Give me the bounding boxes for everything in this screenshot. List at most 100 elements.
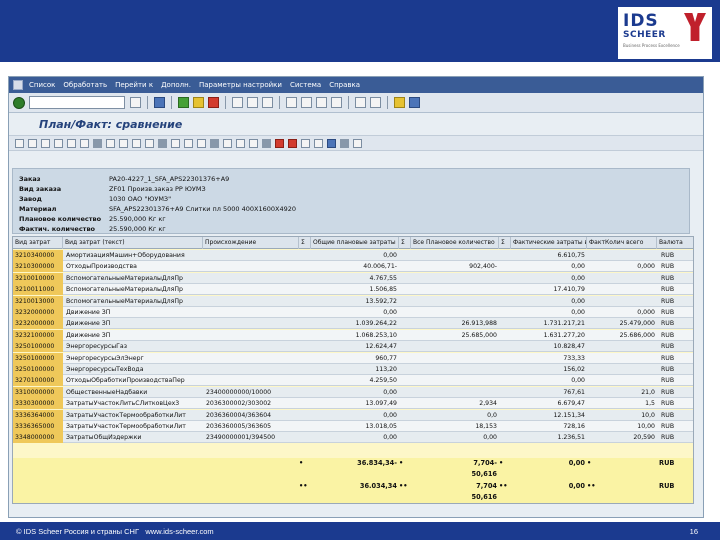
col-origin[interactable]: Происхождение <box>203 237 299 249</box>
currency-icon[interactable] <box>301 138 310 148</box>
toolbar-separator <box>387 96 388 109</box>
previous-page-icon[interactable] <box>301 97 312 108</box>
table-row[interactable]: 3210340000 АмортизацияМашин+Оборудования 0… <box>13 250 693 261</box>
col-currency[interactable]: Валюта <box>657 237 693 249</box>
command-field[interactable] <box>29 96 125 109</box>
table-row[interactable]: 3270100000 ОтходыОбработкиПроизводстваПер… <box>13 375 693 387</box>
table-row[interactable]: 3232000000 Движение ЗП 1.039.264,22 26.913,… <box>13 318 693 330</box>
cell-actual-costs: 0,00 <box>571 263 585 271</box>
menu-settings[interactable]: Параметры настройки <box>199 81 282 89</box>
table-row[interactable]: 3330300000 ЗатратыУчастокЛитьСЛитковЦех3 2… <box>13 398 693 410</box>
local-file-icon[interactable] <box>145 138 154 148</box>
filter-icon[interactable] <box>54 138 63 148</box>
cell-origin <box>204 341 299 352</box>
menu-bar: Список Обработать Перейти к Дополн. Пара… <box>9 77 703 93</box>
information-icon[interactable] <box>249 138 258 148</box>
sort-descending-icon[interactable] <box>41 138 50 148</box>
col-sum-1[interactable]: Σ <box>299 237 311 249</box>
top-banner: IDS SCHEER Business Process Excellence <box>0 0 720 62</box>
cell-actual-qty <box>587 341 655 352</box>
menu-list[interactable]: Список <box>29 81 55 89</box>
col-total-actual-costs[interactable]: Фактические затраты всего <box>511 237 587 249</box>
table-row[interactable]: 3310000000 ОбщественныеНадбавки 2340000000… <box>13 386 693 398</box>
cell-plan-qty: 902,400- <box>469 263 497 271</box>
page-number: 16 <box>689 527 698 536</box>
footer-url[interactable]: www.ids-scheer.com <box>145 527 213 536</box>
table-row[interactable]: 3232100000 Движение ЗП 1.068.253,10 25.685,… <box>13 329 693 341</box>
details-icon[interactable] <box>15 138 24 148</box>
new-session-icon[interactable] <box>355 97 366 108</box>
cell-currency: RUB <box>661 331 675 339</box>
cancel-icon[interactable] <box>208 97 219 108</box>
footer-copyright: © IDS Scheer Россия и страны СНГ www.ids… <box>16 527 214 536</box>
print-icon[interactable] <box>232 97 243 108</box>
window-menu-icon[interactable] <box>13 80 23 90</box>
cell-actual-qty <box>587 273 655 284</box>
table-row[interactable]: 3336364000 ЗатратыУчастокТермообработкиЛи… <box>13 409 693 421</box>
table-row[interactable]: 3336365000 ЗатратыУчастокТермообработкиЛи… <box>13 421 693 432</box>
layout-menu-icon[interactable] <box>409 97 420 108</box>
change-layout-icon[interactable] <box>171 138 180 148</box>
cell-cost-element: 3210013000 <box>13 295 63 307</box>
save-icon[interactable] <box>154 97 165 108</box>
col-cost-element-text[interactable]: Вид затрат (текст) <box>63 237 203 249</box>
table-row[interactable]: 3250100000 ЭнергоресурсыГаз 12.624,47 10.82… <box>13 341 693 353</box>
cell-plan-qty: 0,00 <box>483 434 497 442</box>
save-layout-icon[interactable] <box>197 138 206 148</box>
cell-currency: RUB <box>661 274 675 282</box>
menu-system[interactable]: Система <box>290 81 321 89</box>
col-sum-2[interactable]: Σ <box>399 237 411 249</box>
title-bar: План/Факт: сравнение <box>9 114 703 134</box>
cost-element-icon[interactable] <box>327 138 336 148</box>
col-total-plan-costs[interactable]: Общие плановые затраты <box>311 237 399 249</box>
report-interface-icon[interactable] <box>288 138 297 148</box>
subtotal-icon[interactable] <box>80 138 89 148</box>
table-row[interactable]: 3210010000 ВспомогательныеМатериалыДляПр 4… <box>13 272 693 284</box>
menu-goto[interactable]: Перейти к <box>115 81 153 89</box>
variance-icon[interactable] <box>314 138 323 148</box>
col-sum-3[interactable]: Σ <box>499 237 511 249</box>
back-icon[interactable] <box>178 97 189 108</box>
excel-icon[interactable] <box>119 138 128 148</box>
report-icon[interactable] <box>275 138 284 148</box>
sort-ascending-icon[interactable] <box>28 138 37 148</box>
cell-origin <box>204 364 299 375</box>
graphic-icon[interactable] <box>223 138 232 148</box>
table-row[interactable]: 3250100000 ЭнергоресурсыЭлЭнерг 960,77 733,… <box>13 352 693 364</box>
enter-icon[interactable] <box>13 96 25 109</box>
table-row[interactable]: 3232000000 Движение ЗП 0,00 0,00 0,000 RUB <box>13 307 693 318</box>
help-icon[interactable] <box>394 97 405 108</box>
command-dropdown-icon[interactable] <box>130 97 141 108</box>
col-total-plan-qty[interactable]: Все Плановое количество <box>411 237 499 249</box>
sum-icon[interactable] <box>67 138 76 148</box>
word-icon[interactable] <box>132 138 141 148</box>
col-total-actual-qty[interactable]: ФактКолич всего <box>587 237 657 249</box>
cell-cost-element: 3210340000 <box>13 250 63 261</box>
menu-help[interactable]: Справка <box>329 81 360 89</box>
table-row[interactable]: 3210011000 ВспомогательныеМатериалыДляПр 1… <box>13 284 693 296</box>
find-icon[interactable] <box>247 97 258 108</box>
cell-cost-element-text: ЭнергоресурсыЭлЭнерг <box>66 354 144 362</box>
cell-plan-costs: 0,00 <box>383 309 397 316</box>
abc-analysis-icon[interactable] <box>236 138 245 148</box>
shortcut-icon[interactable] <box>370 97 381 108</box>
menu-edit[interactable]: Обработать <box>63 81 107 89</box>
col-cost-element[interactable]: Вид затрат <box>13 237 63 249</box>
last-page-icon[interactable] <box>331 97 342 108</box>
print-preview-icon[interactable] <box>106 138 115 148</box>
cell-cost-element-text: ВспомогательныеМатериалыДляПр <box>66 274 183 282</box>
select-layout-icon[interactable] <box>184 138 193 148</box>
table-row[interactable]: 3348000000 ЗатратыОбщИздержки 23490000001/… <box>13 432 693 444</box>
table-row[interactable]: 3210013000 ВспомогательныеМатериалыДляПр 1… <box>13 295 693 307</box>
documents-icon[interactable] <box>353 138 362 148</box>
logo-tagline: Business Process Excellence <box>623 43 680 48</box>
exit-icon[interactable] <box>193 97 204 108</box>
table-row[interactable]: 3210300000 ОтходыПроизводства 40.006,71- 90… <box>13 261 693 273</box>
next-page-icon[interactable] <box>316 97 327 108</box>
find-next-icon[interactable] <box>262 97 273 108</box>
first-page-icon[interactable] <box>286 97 297 108</box>
table-row[interactable]: 3250100000 ЭнергоресурсыТехВода 113,20 156,… <box>13 364 693 375</box>
menu-extras[interactable]: Дополн. <box>161 81 191 89</box>
toolbar-separator <box>158 138 167 148</box>
logo-mark-icon <box>684 13 706 41</box>
